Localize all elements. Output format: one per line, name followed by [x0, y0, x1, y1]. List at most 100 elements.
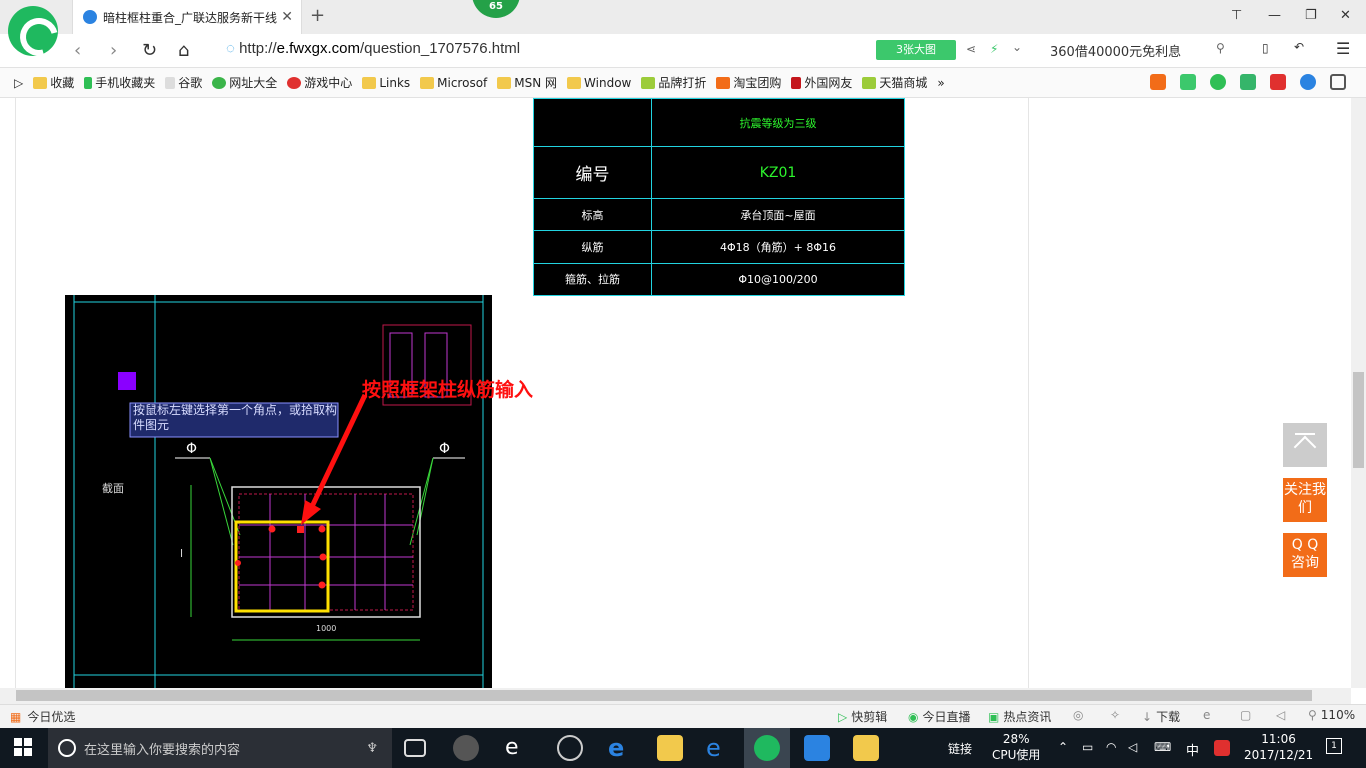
start-button[interactable]: [14, 738, 32, 756]
notification-count: 1: [1331, 741, 1337, 751]
360-browser-icon[interactable]: [754, 735, 780, 761]
bookmark-item[interactable]: 天猫商城: [862, 74, 927, 91]
tab-close-icon[interactable]: ✕: [281, 9, 293, 25]
menu-icon[interactable]: ☰: [1336, 39, 1350, 58]
new-tab-button[interactable]: +: [310, 5, 325, 26]
bookmark-item[interactable]: 游戏中心: [287, 74, 352, 91]
minimize-button[interactable]: —: [1268, 8, 1281, 23]
horizontal-scroll-thumb[interactable]: [16, 690, 1312, 701]
phone-icon: [84, 76, 93, 89]
share-icon[interactable]: ⋖: [966, 42, 976, 56]
speed-icon[interactable]: ◎: [1073, 708, 1083, 722]
shirt-skin-icon[interactable]: ⊤: [1231, 8, 1242, 23]
search-icon[interactable]: ⚲: [1216, 41, 1225, 55]
find-icon[interactable]: [1300, 74, 1316, 90]
zoom-control[interactable]: ⚲ 110%: [1308, 708, 1355, 722]
status-item[interactable]: ◉ 今日直播: [908, 708, 971, 725]
discount-icon[interactable]: [1150, 74, 1166, 90]
refresh-icon[interactable]: ↻: [142, 40, 157, 61]
bookmark-item[interactable]: Microsof: [420, 76, 487, 90]
gift-icon: ▦: [10, 709, 22, 724]
wifi-icon[interactable]: ◠: [1106, 740, 1116, 754]
task-view-icon[interactable]: [404, 739, 426, 757]
bookmark-item[interactable]: 收藏: [33, 74, 74, 91]
download-button[interactable]: ↓ 下载: [1142, 708, 1180, 725]
clock[interactable]: 11:06 2017/12/21: [1244, 731, 1313, 763]
follow-us-button[interactable]: 关注我们: [1283, 478, 1327, 522]
flag-icon: [791, 76, 802, 89]
window-icon[interactable]: ▢: [1240, 708, 1251, 722]
plus-app-icon[interactable]: [804, 735, 830, 761]
bookmark-item[interactable]: 谷歌: [165, 74, 202, 91]
dimension-left: l: [180, 547, 183, 560]
translate-icon[interactable]: [1240, 74, 1256, 90]
bookmark-item[interactable]: 网址大全: [212, 74, 277, 91]
chevron-up-icon[interactable]: ⌃: [1058, 740, 1068, 754]
status-item[interactable]: ▷ 快剪辑: [838, 708, 887, 725]
sogou-icon[interactable]: [1214, 740, 1230, 756]
cpu-monitor[interactable]: 28% CPU使用: [992, 731, 1040, 763]
microphone-icon[interactable]: ♆: [366, 741, 378, 756]
vertical-scroll-thumb[interactable]: [1353, 372, 1364, 468]
status-item[interactable]: ▣ 热点资讯: [988, 708, 1051, 725]
back-to-top-button[interactable]: [1283, 423, 1327, 467]
more-bookmarks-icon[interactable]: »: [937, 76, 944, 90]
tab-active[interactable]: 暗柱框柱重合_广联达服务新干线 ✕: [72, 0, 302, 34]
bookmark-item[interactable]: Links: [362, 76, 410, 90]
mobile-icon[interactable]: ▯: [1262, 41, 1269, 55]
chevron-down-icon[interactable]: ⌄: [1012, 40, 1022, 54]
status-item-label: 热点资讯: [1003, 710, 1052, 724]
taskbar-search[interactable]: 在这里输入你要搜索的内容 ♆: [48, 728, 392, 768]
bookmark-label: 游戏中心: [304, 76, 353, 90]
ie-icon[interactable]: e: [706, 735, 732, 761]
notes-app-icon[interactable]: [853, 735, 879, 761]
action-center-icon[interactable]: 1: [1326, 738, 1342, 754]
keyboard-icon[interactable]: ⌨: [1154, 740, 1171, 754]
ie-mode-icon[interactable]: e: [1203, 708, 1210, 722]
bookmark-item[interactable]: 手机收藏夹: [84, 74, 155, 91]
fan-app-icon[interactable]: [453, 735, 479, 761]
secure-icon: ◌: [226, 40, 235, 57]
bookmark-item[interactable]: Window: [567, 76, 631, 90]
cad-table-image: 抗震等级为三级 编号 KZ01 标高 承台顶面~屋面 纵筋 4Φ18（角筋）+ 8Φ1…: [533, 98, 905, 297]
file-explorer-icon[interactable]: [657, 735, 683, 761]
qq-consult-button[interactable]: Q Q 咨询: [1283, 533, 1327, 577]
status-item-label: 今日直播: [922, 710, 971, 724]
bookmark-item[interactable]: 品牌打折: [641, 74, 706, 91]
column-divider: [15, 98, 16, 688]
link-label[interactable]: 链接: [948, 740, 972, 757]
url-field[interactable]: ◌ http://e.fwxgx.com/question_1707576.ht…: [226, 40, 520, 57]
daily-picks[interactable]: ▦ 今日优选: [10, 708, 75, 725]
ime-indicator[interactable]: 中: [1186, 740, 1199, 759]
bookmark-item[interactable]: 外国网友: [791, 74, 852, 91]
speaker-icon[interactable]: ◁: [1128, 740, 1137, 754]
back-icon[interactable]: ‹: [74, 40, 81, 61]
apps-grid-icon[interactable]: [1330, 74, 1346, 90]
folder-icon: [362, 76, 377, 89]
lightning-icon[interactable]: ⚡: [990, 42, 998, 56]
clock-time: 11:06: [1261, 732, 1296, 746]
big-picture-button[interactable]: 3张大图: [876, 40, 956, 60]
screenshot-icon[interactable]: [1270, 74, 1286, 90]
shield-icon[interactable]: [1210, 74, 1226, 90]
swirl-app-icon[interactable]: [557, 735, 583, 761]
volume-icon[interactable]: ◁: [1276, 708, 1285, 722]
edge-icon[interactable]: e: [608, 735, 634, 761]
forward-icon[interactable]: ›: [110, 40, 117, 61]
maximize-button[interactable]: ❐: [1305, 8, 1317, 23]
sidebar-toggle-icon[interactable]: ▷: [14, 76, 23, 90]
close-window-button[interactable]: ✕: [1340, 8, 1351, 23]
browser-logo-icon[interactable]: [8, 6, 58, 56]
undo-icon[interactable]: ↶: [1294, 40, 1304, 54]
home-icon[interactable]: ⌂: [178, 40, 189, 61]
search-suggestion[interactable]: 360借40000元免利息: [1050, 41, 1181, 60]
ie-taskbar-icon[interactable]: e: [505, 735, 531, 761]
download-icon: ↓: [1142, 709, 1153, 724]
battery-icon[interactable]: ▭: [1082, 740, 1093, 754]
daily-picks-label: 今日优选: [27, 710, 76, 724]
bookmark-item[interactable]: MSN 网: [497, 74, 557, 91]
cpu-percent: 28%: [1002, 732, 1030, 746]
bookmark-item[interactable]: 淘宝团购: [716, 74, 781, 91]
pin-icon[interactable]: ✧: [1110, 708, 1120, 722]
reader-icon[interactable]: [1180, 74, 1196, 90]
